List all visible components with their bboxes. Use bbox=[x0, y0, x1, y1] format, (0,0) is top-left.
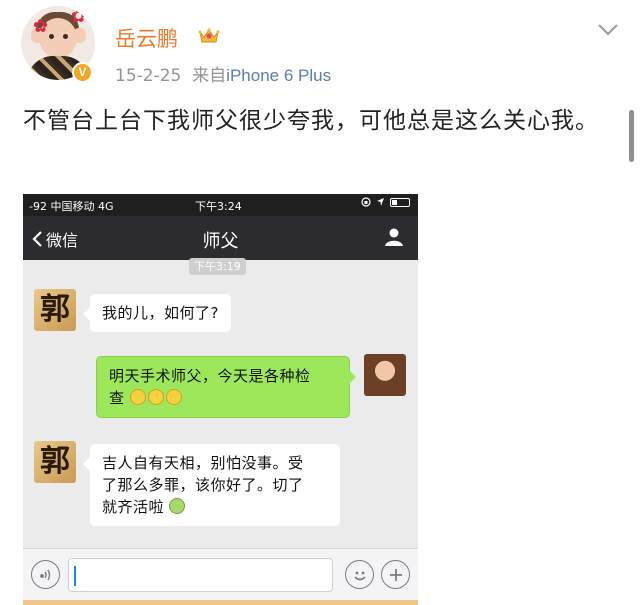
message-text-line: 明天手术师父，今天是各种检 bbox=[109, 367, 311, 385]
voice-icon bbox=[39, 569, 50, 580]
message-text-line: 查 bbox=[109, 389, 125, 407]
chat-title: 师父 bbox=[202, 231, 239, 252]
master-avatar[interactable]: 郭 bbox=[34, 441, 76, 483]
chat-input-bar bbox=[23, 548, 418, 602]
status-time: 下午3:24 bbox=[195, 200, 242, 213]
message-input[interactable] bbox=[68, 558, 333, 592]
source-device-link[interactable]: iPhone 6 Plus bbox=[226, 66, 331, 85]
emoji-icon bbox=[165, 389, 182, 405]
status-bar: -92 中国移动 4G 下午3:24 bbox=[23, 194, 418, 216]
screenshot-edge bbox=[23, 600, 418, 605]
username[interactable]: 岳云鹏 bbox=[115, 23, 178, 53]
flower-icon: ✿ bbox=[71, 6, 87, 27]
verified-badge: V bbox=[72, 62, 93, 83]
master-avatar[interactable]: 郭 bbox=[34, 289, 76, 331]
emoji-icon bbox=[169, 498, 186, 514]
lock-rotation-icon bbox=[361, 197, 371, 207]
emoji-icon bbox=[353, 571, 366, 580]
text-caret bbox=[74, 566, 76, 586]
scrollbar[interactable] bbox=[629, 110, 634, 162]
message-text-line: 就齐活啦 bbox=[102, 498, 165, 516]
message-bubble-received[interactable]: 吉人自有天相，别怕没事。受 了那么多罪，该你好了。切了 就齐活啦 bbox=[83, 444, 340, 526]
chat-nav-bar: 微信 师父 bbox=[23, 216, 418, 260]
message-text-line: 吉人自有天相，别怕没事。受 bbox=[102, 454, 304, 472]
my-avatar[interactable] bbox=[364, 354, 406, 396]
voice-button[interactable] bbox=[31, 560, 60, 589]
emoji-button[interactable] bbox=[345, 560, 374, 589]
carrier-label: -92 中国移动 4G bbox=[29, 200, 114, 213]
post-meta: 15-2-25 来自iPhone 6 Plus bbox=[115, 61, 331, 86]
message-timestamp: 下午3:19 bbox=[189, 258, 246, 275]
post-text: 不管台上台下我师父很少夸我，可他总是这么关心我。 bbox=[23, 108, 599, 134]
more-button[interactable] bbox=[381, 560, 410, 589]
flower-icon: ✿ bbox=[33, 16, 49, 37]
location-icon bbox=[377, 198, 384, 206]
message-text-line: 了那么多罪，该你好了。切了 bbox=[102, 476, 304, 494]
emoji-icon bbox=[147, 389, 164, 405]
person-icon[interactable] bbox=[384, 227, 404, 247]
emoji-icon bbox=[129, 389, 146, 405]
message-text: 我的儿，如何了? bbox=[102, 304, 219, 322]
crown-icon bbox=[198, 28, 220, 43]
battery-icon bbox=[390, 197, 410, 207]
chevron-down-icon[interactable] bbox=[597, 23, 619, 37]
message-bubble-received[interactable]: 我的儿，如何了? bbox=[83, 294, 231, 332]
message-bubble-sent[interactable]: 明天手术师父，今天是各种检 查 bbox=[96, 356, 356, 418]
plus-icon bbox=[389, 568, 402, 581]
source-prefix: 来自 bbox=[192, 66, 227, 86]
post-date: 15-2-25 bbox=[115, 66, 182, 86]
attached-screenshot[interactable]: -92 中国移动 4G 下午3:24 微信 师父 下午3:19 郭 我的儿，如何… bbox=[23, 194, 418, 602]
